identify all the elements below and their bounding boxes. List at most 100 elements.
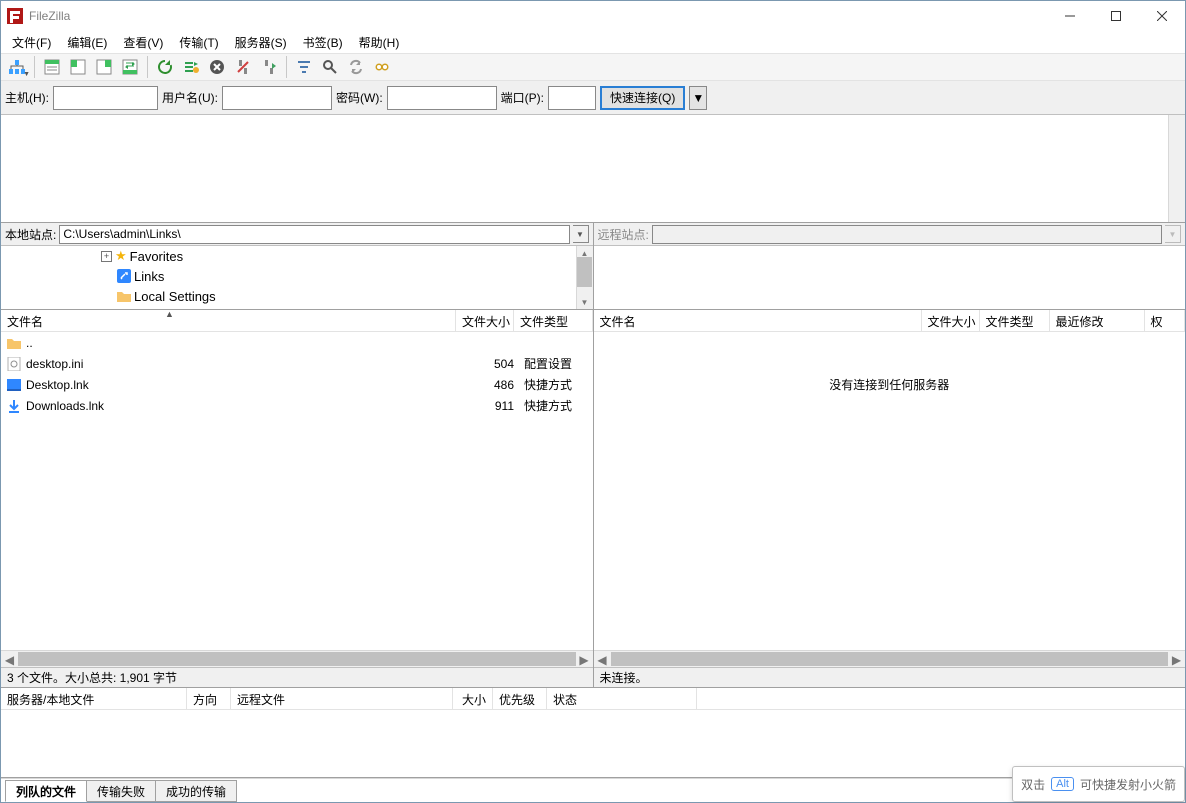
cancel-button[interactable] — [205, 55, 229, 79]
menu-edit[interactable]: 编辑(E) — [60, 32, 114, 53]
col-perm[interactable]: 权 — [1145, 310, 1186, 331]
local-tree[interactable]: + ★ Favorites Links Local Settings ♪ Mus… — [1, 246, 593, 309]
reconnect-button[interactable] — [257, 55, 281, 79]
tree-item-label: Favorites — [130, 249, 183, 264]
col-direction[interactable]: 方向 — [187, 688, 231, 709]
log-scrollbar[interactable] — [1168, 115, 1185, 222]
quick-connect-dropdown[interactable]: ▼ — [689, 86, 707, 110]
host-input[interactable] — [53, 86, 158, 110]
col-filesize[interactable]: 文件大小 — [456, 310, 514, 331]
list-row[interactable]: desktop.ini 504 配置设置 — [1, 353, 593, 374]
pass-input[interactable] — [387, 86, 497, 110]
link-icon — [117, 269, 131, 283]
host-label: 主机(H): — [5, 89, 49, 106]
port-label: 端口(P): — [501, 89, 544, 106]
filename: .. — [26, 336, 33, 350]
maximize-button[interactable] — [1093, 1, 1139, 31]
expander-icon[interactable]: + — [101, 251, 112, 262]
ini-file-icon — [7, 357, 21, 371]
col-mtime[interactable]: 最近修改 — [1050, 310, 1145, 331]
col-server[interactable]: 服务器/本地文件 — [1, 688, 187, 709]
scroll-right-icon[interactable]: ▶ — [576, 651, 593, 668]
title-bar: FileZilla — [1, 1, 1185, 31]
local-hscroll[interactable]: ◀▶ — [1, 650, 593, 667]
filesize: 486 — [462, 378, 520, 392]
col-filetype[interactable]: 文件类型 — [980, 310, 1050, 331]
tab-queued[interactable]: 列队的文件 — [5, 780, 87, 802]
tree-row: 本地站点: ▼ + ★ Favorites Links Local Settin… — [1, 223, 1185, 309]
scrollbar-thumb[interactable] — [18, 652, 576, 666]
menu-file[interactable]: 文件(F) — [5, 32, 58, 53]
toggle-local-tree-button[interactable] — [66, 55, 90, 79]
app-icon — [7, 8, 23, 24]
local-status: 3 个文件。大小总共: 1,901 字节 — [1, 667, 593, 688]
scroll-left-icon[interactable]: ◀ — [1, 651, 18, 668]
col-filesize[interactable]: 文件大小 — [922, 310, 980, 331]
toggle-log-button[interactable] — [40, 55, 64, 79]
toggle-remote-tree-button[interactable] — [92, 55, 116, 79]
menu-bookmarks[interactable]: 书签(B) — [296, 32, 350, 53]
menu-transfer[interactable]: 传输(T) — [172, 32, 225, 53]
window-title: FileZilla — [29, 9, 70, 23]
local-path-input[interactable] — [59, 225, 569, 244]
local-list-body[interactable]: .. desktop.ini 504 配置设置 Desktop.lnk 486 … — [1, 332, 593, 650]
site-manager-button[interactable]: ▼ — [5, 55, 29, 79]
folder-icon — [117, 290, 131, 302]
sync-browse-button[interactable] — [344, 55, 368, 79]
process-queue-button[interactable] — [179, 55, 203, 79]
alt-key-badge: Alt — [1051, 777, 1074, 791]
remote-list-body: 没有连接到任何服务器 — [594, 332, 1186, 650]
scroll-left-icon[interactable]: ◀ — [594, 651, 611, 668]
local-path-dropdown[interactable]: ▼ — [573, 225, 589, 243]
filename: Desktop.lnk — [26, 378, 89, 392]
remote-tree-pane: 远程站点: ▼ — [594, 223, 1186, 309]
col-filename[interactable]: 文件名 — [594, 310, 922, 331]
log-pane[interactable] — [1, 115, 1185, 223]
quick-connect-button[interactable]: 快速连接(Q) — [600, 86, 685, 110]
pass-label: 密码(W): — [336, 89, 383, 106]
close-button[interactable] — [1139, 1, 1185, 31]
scrollbar-thumb[interactable] — [611, 652, 1169, 666]
local-tree-scrollbar[interactable]: ▲▼ — [576, 246, 593, 309]
desktop-icon — [7, 379, 21, 391]
sort-indicator-icon: ▲ — [165, 309, 174, 319]
scrollbar-thumb[interactable] — [577, 257, 592, 287]
app-window: FileZilla 文件(F) 编辑(E) 查看(V) 传输(T) 服务器(S)… — [0, 0, 1186, 803]
filter-button[interactable] — [292, 55, 316, 79]
col-status[interactable]: 状态 — [547, 688, 697, 709]
remote-path-input — [652, 225, 1162, 244]
queue-body[interactable] — [1, 710, 1185, 777]
list-row[interactable]: Desktop.lnk 486 快捷方式 — [1, 374, 593, 395]
chevron-down-icon: ▼ — [1169, 230, 1177, 239]
chevron-down-icon: ▼ — [692, 91, 704, 105]
hint-tooltip: 双击 Alt 可快捷发射小火箭 — [1012, 766, 1185, 802]
scroll-right-icon[interactable]: ▶ — [1168, 651, 1185, 668]
filetype: 快捷方式 — [520, 397, 580, 414]
menu-help[interactable]: 帮助(H) — [352, 32, 407, 53]
list-row-parent[interactable]: .. — [1, 332, 593, 353]
tab-failed[interactable]: 传输失败 — [86, 780, 156, 802]
tab-success[interactable]: 成功的传输 — [155, 780, 237, 802]
col-size[interactable]: 大小 — [453, 688, 493, 709]
find-button[interactable] — [370, 55, 394, 79]
col-filetype[interactable]: 文件类型 — [514, 310, 593, 331]
minimize-button[interactable] — [1047, 1, 1093, 31]
queue-columns: 服务器/本地文件 方向 远程文件 大小 优先级 状态 — [1, 688, 1185, 710]
compare-button[interactable] — [318, 55, 342, 79]
quick-connect-bar: 主机(H): 用户名(U): 密码(W): 端口(P): 快速连接(Q) ▼ — [1, 81, 1185, 115]
favorites-icon: ★ — [115, 248, 127, 264]
col-priority[interactable]: 优先级 — [493, 688, 547, 709]
menu-view[interactable]: 查看(V) — [116, 32, 170, 53]
user-input[interactable] — [222, 86, 332, 110]
filename: Downloads.lnk — [26, 399, 104, 413]
remote-hscroll[interactable]: ◀▶ — [594, 650, 1186, 667]
col-remote-file[interactable]: 远程文件 — [231, 688, 453, 709]
refresh-button[interactable] — [153, 55, 177, 79]
filesize: 911 — [462, 399, 520, 413]
col-filename[interactable]: 文件名 — [1, 310, 456, 331]
disconnect-button[interactable] — [231, 55, 255, 79]
port-input[interactable] — [548, 86, 596, 110]
menu-server[interactable]: 服务器(S) — [228, 32, 294, 53]
toggle-queue-button[interactable] — [118, 55, 142, 79]
list-row[interactable]: Downloads.lnk 911 快捷方式 — [1, 395, 593, 416]
